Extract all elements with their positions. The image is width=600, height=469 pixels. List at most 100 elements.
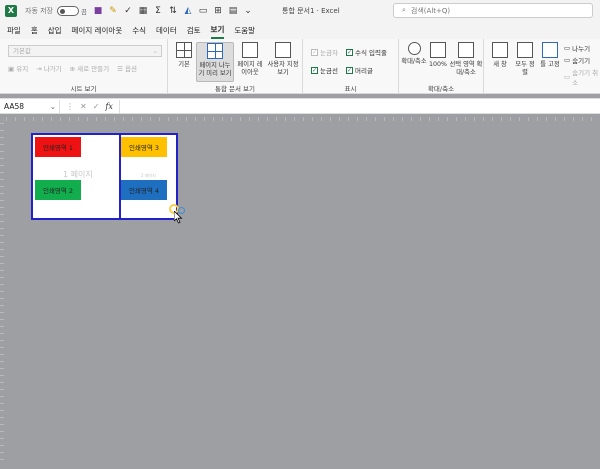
- page-break-preview-button[interactable]: 페이지 나누기 미리 보기: [196, 42, 234, 82]
- normal-view-icon: [176, 42, 192, 58]
- keep-label: 유지: [16, 65, 29, 73]
- checkmark-icon: ✓: [346, 66, 353, 74]
- formula-bar-label: 수식 입력줄: [355, 49, 387, 57]
- group-show: ✓ 눈금자 ✓ 수식 입력줄 ✓ 눈금선 ✓ 머리글 표시: [303, 39, 399, 94]
- hide-button[interactable]: ▭ 숨기기: [564, 55, 590, 65]
- chevron-down-icon[interactable]: ⌄: [50, 100, 56, 113]
- freeze-panes-label: 틀 고정: [540, 61, 560, 68]
- arrange-all-icon: [517, 42, 533, 58]
- sheet-view-keep[interactable]: ▣ 유지: [8, 63, 28, 73]
- zoom-to-selection-button[interactable]: 선택 영역 확대/축소: [449, 42, 483, 76]
- normal-view-button[interactable]: 기본: [172, 42, 196, 69]
- tab-help[interactable]: 도움말: [234, 23, 255, 38]
- more-icon[interactable]: ⌄: [243, 6, 253, 16]
- tab-data[interactable]: 데이터: [156, 23, 177, 38]
- headings-checkbox[interactable]: ✓ 머리글: [346, 65, 373, 75]
- split-icon: ▭: [564, 44, 571, 52]
- check-icon[interactable]: ✓: [123, 6, 133, 16]
- sheet-view-options[interactable]: ☰ 옵션: [117, 63, 137, 73]
- tab-formulas[interactable]: 수식: [132, 23, 146, 38]
- page-layout-icon: [242, 42, 258, 58]
- ruler-label: 눈금자: [320, 49, 338, 57]
- enter-icon[interactable]: ✓: [93, 102, 100, 111]
- sheet-view-exit[interactable]: ⇥ 나가기: [36, 63, 61, 73]
- new-window-button[interactable]: 새 창: [488, 42, 512, 69]
- arrange-all-label: 모두 정렬: [515, 61, 535, 76]
- arrange-all-button[interactable]: 모두 정렬: [514, 42, 536, 76]
- freeze-panes-icon: [542, 42, 558, 58]
- tab-review[interactable]: 검토: [187, 23, 201, 38]
- more-options-icon: ⋮: [66, 101, 74, 111]
- document-title: 통합 문서1 · Excel: [282, 7, 340, 15]
- zoom-to-selection-label: 선택 영역 확대/축소: [449, 61, 483, 76]
- horizontal-ruler: [6, 117, 600, 121]
- custom-views-button[interactable]: 사용자 지정 보기: [266, 42, 300, 76]
- borders-icon[interactable]: ⊞: [213, 6, 223, 16]
- vertical-ruler: [0, 123, 4, 463]
- camera-icon[interactable]: ▭: [198, 6, 208, 16]
- show-group-label: 표시: [344, 85, 357, 93]
- print-area-4[interactable]: 인쇄영역 4: [121, 180, 167, 200]
- ribbon-tabs: 파일 홈 삽입 페이지 레이아웃 수식 데이터 검토 보기 도움말: [0, 21, 600, 39]
- tab-page-layout[interactable]: 페이지 레이아웃: [72, 23, 123, 38]
- insert-function-icon[interactable]: fx: [105, 102, 112, 111]
- group-sheet-view: 기본값 ⌄ ▣ 유지 ⇥ 나가기 ⊕ 새로 만들기 ☰ 옵션 시트 보기: [0, 39, 168, 94]
- group-zoom: 확대/축소 100% 선택 영역 확대/축소 확대/축소: [399, 39, 484, 94]
- unhide-icon: ▭: [564, 73, 571, 81]
- ruler-checkbox[interactable]: ✓ 눈금자: [311, 47, 338, 57]
- pointer-icon: [174, 211, 183, 224]
- print-area-3[interactable]: 인쇄영역 3: [121, 137, 167, 157]
- save-icon[interactable]: ■: [93, 6, 103, 16]
- new-label: 새로 만들기: [77, 65, 110, 73]
- new-window-icon: [492, 42, 508, 58]
- print-area-2[interactable]: 인쇄영역 2: [35, 180, 81, 200]
- print-preview-icon[interactable]: ▤: [228, 6, 238, 16]
- zoom-group-label: 확대/축소: [427, 85, 455, 93]
- sheet-view-new[interactable]: ⊕ 새로 만들기: [70, 63, 109, 73]
- split-button[interactable]: ▭ 나누기: [564, 43, 590, 53]
- split-label: 나누기: [572, 45, 591, 53]
- tab-insert[interactable]: 삽입: [48, 23, 62, 38]
- search-placeholder: 검색(Alt+Q): [410, 6, 451, 15]
- checkmark-icon: ✓: [311, 48, 318, 56]
- sum-icon[interactable]: Σ: [153, 6, 163, 16]
- sort-icon[interactable]: ⇅: [168, 6, 178, 16]
- freeze-panes-button[interactable]: 틀 고정: [538, 42, 562, 69]
- name-box[interactable]: AA58 ⌄: [0, 99, 60, 113]
- fill-color-icon[interactable]: ◭: [183, 6, 193, 16]
- table-icon[interactable]: ▦: [138, 6, 148, 16]
- zoom-100-label: 100%: [428, 61, 447, 68]
- sheet-view-dropdown[interactable]: 기본값 ⌄: [8, 45, 162, 57]
- autosave-toggle[interactable]: [57, 5, 79, 16]
- gridlines-checkbox[interactable]: ✓ 눈금선: [311, 65, 338, 75]
- page-break-preview-region[interactable]: 1 페이지 2 페이지 인쇄영역 1 인쇄영역 2 인쇄영역 3 인쇄영역 4: [31, 133, 178, 220]
- page-watermark-1: 1 페이지: [63, 170, 93, 179]
- zoom-to-selection-icon: [458, 42, 474, 58]
- page-break-preview-label: 페이지 나누기 미리 보기: [198, 62, 232, 77]
- hide-icon: ▭: [564, 56, 571, 64]
- unhide-button[interactable]: ▭ 숨기기 취소: [564, 67, 600, 87]
- tab-view[interactable]: 보기: [210, 22, 225, 39]
- custom-views-label: 사용자 지정 보기: [267, 61, 299, 76]
- tab-file[interactable]: 파일: [7, 23, 21, 38]
- tab-home[interactable]: 홈: [31, 23, 38, 38]
- format-painter-icon[interactable]: ✎: [108, 6, 118, 16]
- group-workbook-views: 기본 페이지 나누기 미리 보기 페이지 레이아웃 사용자 지정 보기 통합 문…: [168, 39, 303, 94]
- cancel-icon[interactable]: ✕: [80, 102, 87, 111]
- zoom-button[interactable]: 확대/축소: [401, 42, 427, 66]
- worksheet-area[interactable]: 1 페이지 2 페이지 인쇄영역 1 인쇄영역 2 인쇄영역 3 인쇄영역 4: [0, 117, 600, 469]
- chevron-down-icon: ⌄: [152, 47, 158, 55]
- page-layout-button[interactable]: 페이지 레이아웃: [236, 42, 264, 76]
- search-box[interactable]: ⌕ 검색(Alt+Q): [393, 3, 593, 18]
- zoom-100-button[interactable]: 100%: [427, 42, 449, 69]
- group-window: 새 창 모두 정렬 틀 고정 ▭ 나누기 ▭ 숨기기 ▭ 숨기기 취소: [484, 39, 600, 94]
- page-break-preview-icon: [207, 43, 223, 59]
- magnifier-icon: [407, 42, 421, 55]
- new-window-label: 새 창: [493, 61, 507, 68]
- normal-view-label: 기본: [178, 61, 190, 68]
- sheet-view-value: 기본값: [13, 47, 31, 55]
- formula-input[interactable]: [118, 99, 600, 113]
- exit-label: 나가기: [43, 65, 62, 73]
- formula-bar-checkbox[interactable]: ✓ 수식 입력줄: [346, 47, 387, 57]
- print-area-1[interactable]: 인쇄영역 1: [35, 137, 81, 157]
